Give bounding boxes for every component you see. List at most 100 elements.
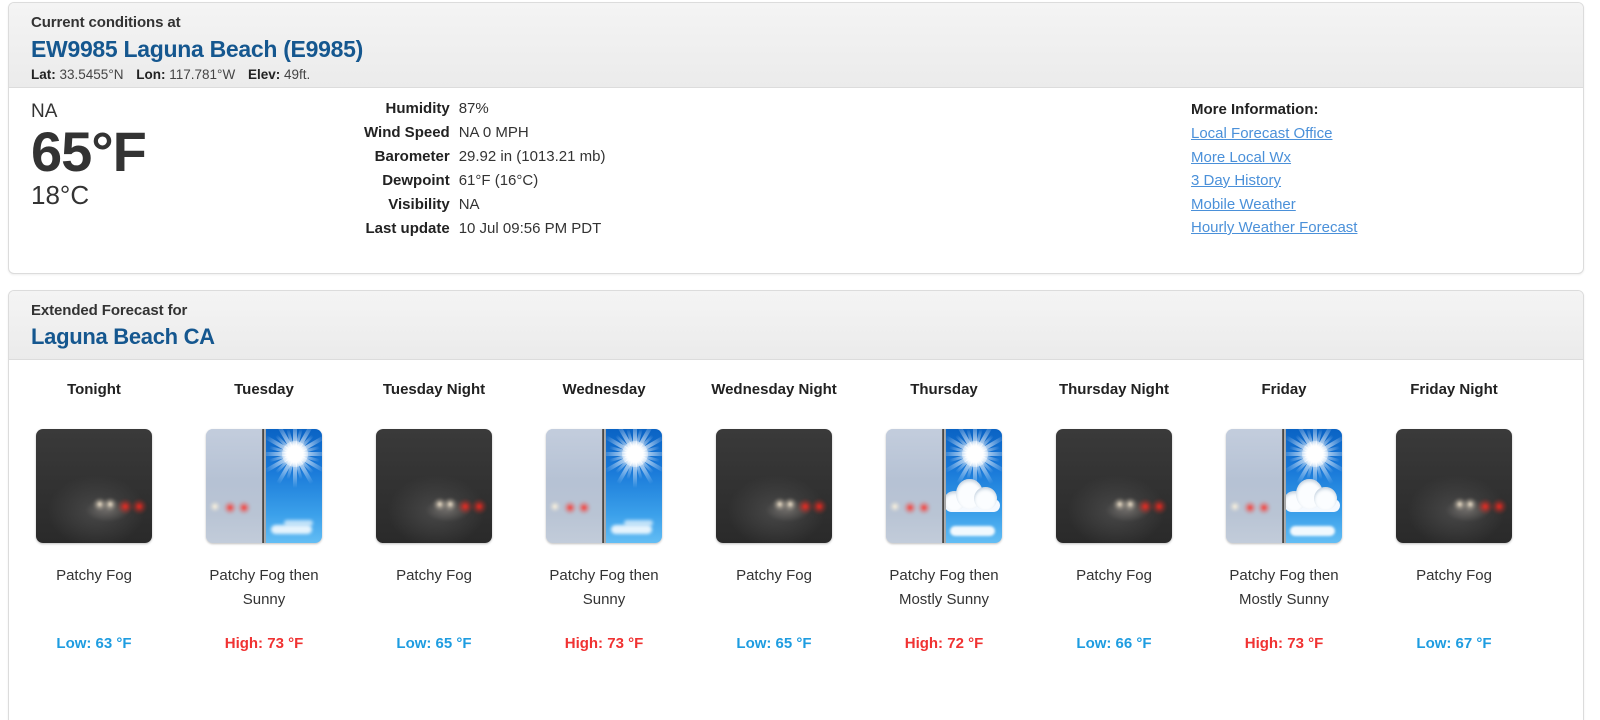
forecast-period-temperature: High: 73 °F	[1244, 635, 1324, 652]
current-condition-row: Wind Speed NA 0 MPH	[364, 121, 605, 145]
forecast-period[interactable]: Tuesday Patchy Fog then Sunny High: 73 °F	[179, 370, 349, 654]
more-information-title: More Information:	[1191, 101, 1319, 118]
current-temp-fahrenheit: 65°F	[31, 120, 147, 183]
forecast-period-description: Patchy Fog then Mostly Sunny	[1229, 567, 1339, 608]
extended-forecast-header: Extended Forecast for Laguna Beach CA	[9, 291, 1583, 360]
sunny-half	[606, 429, 662, 543]
station-name: EW9985 Laguna Beach (E9985)	[31, 36, 363, 62]
lat-value: 33.5455°N	[59, 67, 124, 82]
lon-label: Lon:	[136, 67, 166, 82]
forecast-icon-wrapper	[1029, 426, 1199, 546]
forecast-icon-wrapper	[859, 426, 1029, 546]
current-condition-label: Dewpoint	[382, 172, 450, 189]
forecast-period-day: Thursday Night	[1058, 381, 1169, 398]
forecast-period-description: Patchy Fog	[1416, 567, 1492, 584]
forecast-period-temperature: Low: 66 °F	[1076, 635, 1152, 652]
cumulus-cloud-icon	[946, 478, 1002, 512]
forecast-period-temperature: High: 73 °F	[224, 635, 304, 652]
current-condition-label: Wind Speed	[364, 124, 450, 141]
forecast-period[interactable]: Friday Patchy Fog then Mostly Sunny High: …	[1199, 370, 1369, 654]
fog-night-icon	[1396, 429, 1512, 543]
forecast-period-day: Tonight	[67, 381, 121, 398]
station-coordinates: Lat: 33.5455°N Lon: 117.781°W Elev: 49ft…	[31, 66, 1583, 84]
current-temp-celsius: 18°C	[31, 180, 90, 210]
forecast-period-temperature: Low: 65 °F	[736, 635, 812, 652]
fog-night-icon	[1056, 429, 1172, 543]
current-temperature-block: NA 65°F 18°C	[31, 100, 361, 210]
forecast-icon-wrapper	[1369, 426, 1539, 546]
mostly-sunny-half	[1286, 429, 1342, 543]
forecast-period[interactable]: Wednesday Night Patchy Fog Low: 65 °F	[689, 370, 859, 654]
forecast-period-temperature: High: 72 °F	[904, 635, 984, 652]
fog-night-icon	[376, 429, 492, 543]
forecast-period-temperature: Low: 67 °F	[1416, 635, 1492, 652]
lon-value: 117.781°W	[169, 67, 236, 82]
current-condition-value: 29.92 in (1013.21 mb)	[458, 148, 606, 165]
current-condition-value: NA	[458, 196, 480, 213]
more-info-link[interactable]: 3 Day History	[1191, 169, 1281, 193]
fog-day-half	[546, 429, 602, 543]
current-conditions-table-body: Humidity 87% Wind Speed NA 0 MPH Barometer 29…	[364, 97, 605, 241]
forecast-period-day: Wednesday Night	[711, 381, 837, 398]
more-information-block: More Information: Local Forecast Office M…	[1191, 98, 1357, 240]
forecast-period-description: Patchy Fog	[1076, 567, 1152, 584]
cloud-wisp-icon	[1289, 526, 1336, 537]
elev-label: Elev:	[247, 67, 281, 82]
forecast-period-day: Tuesday Night	[382, 381, 486, 398]
current-condition-row: Last update 10 Jul 09:56 PM PDT	[364, 217, 605, 241]
mostly-sunny-half	[946, 429, 1002, 543]
fog-night-icon	[36, 429, 152, 543]
current-conditions-body: NA 65°F 18°C Humidity 87% Wind Speed NA 0 M…	[9, 88, 1583, 273]
elev-value: 49ft.	[284, 67, 311, 82]
current-condition-label: Humidity	[385, 100, 450, 117]
extended-forecast-body: Tonight Patchy Fog Low: 63 °F Tuesday Patchy…	[9, 360, 1583, 720]
more-info-link[interactable]: More Local Wx	[1191, 146, 1291, 170]
current-condition-label: Last update	[365, 220, 450, 237]
current-condition-value: 10 Jul 09:56 PM PDT	[458, 220, 602, 237]
forecast-period-temperature: Low: 65 °F	[396, 635, 472, 652]
forecast-period-day: Tuesday	[234, 381, 294, 398]
current-conditions-panel: Current conditions at EW9985 Laguna Beac…	[8, 2, 1584, 274]
fog-then-sunny-icon	[206, 429, 322, 543]
current-condition-row: Dewpoint 61°F (16°C)	[364, 169, 605, 193]
current-conditions-table: Humidity 87% Wind Speed NA 0 MPH Barometer 29…	[364, 97, 605, 241]
more-info-link[interactable]: Mobile Weather	[1191, 193, 1296, 217]
forecast-period-description: Patchy Fog	[56, 567, 132, 584]
more-information-links: Local Forecast Office More Local Wx 3 Day …	[1191, 122, 1357, 240]
forecast-icon-wrapper	[9, 426, 179, 546]
lat-label: Lat:	[31, 67, 56, 82]
current-condition-value: NA 0 MPH	[458, 124, 529, 141]
forecast-period[interactable]: Tuesday Night Patchy Fog Low: 65 °F	[349, 370, 519, 654]
fog-then-mostly-sunny-icon	[886, 429, 1002, 543]
forecast-period[interactable]: Tonight Patchy Fog Low: 63 °F	[9, 370, 179, 654]
forecast-period-day: Friday	[1261, 381, 1307, 398]
forecast-period-row: Tonight Patchy Fog Low: 63 °F Tuesday Patchy…	[9, 370, 1583, 654]
current-condition-value: 87%	[458, 100, 489, 117]
forecast-period[interactable]: Thursday Night Patchy Fog Low: 66 °F	[1029, 370, 1199, 654]
more-info-link[interactable]: Local Forecast Office	[1191, 122, 1332, 146]
current-conditions-header: Current conditions at EW9985 Laguna Beac…	[9, 3, 1583, 88]
forecast-period-description: Patchy Fog	[736, 567, 812, 584]
forecast-period[interactable]: Wednesday Patchy Fog then Sunny High: 73 °…	[519, 370, 689, 654]
forecast-icon-wrapper	[519, 426, 689, 546]
current-condition-label: Visibility	[388, 196, 450, 213]
current-conditions-eyebrow: Current conditions at	[31, 14, 181, 31]
forecast-period[interactable]: Friday Night Patchy Fog Low: 67 °F	[1369, 370, 1539, 654]
forecast-icon-wrapper	[349, 426, 519, 546]
forecast-period-temperature: Low: 63 °F	[56, 635, 132, 652]
extended-forecast-panel: Extended Forecast for Laguna Beach CA To…	[8, 290, 1584, 720]
current-condition-row: Humidity 87%	[364, 97, 605, 121]
forecast-period[interactable]: Thursday Patchy Fog then Mostly Sunny High…	[859, 370, 1029, 654]
forecast-icon-wrapper	[1199, 426, 1369, 546]
forecast-period-day: Thursday	[910, 381, 978, 398]
fog-day-half	[206, 429, 262, 543]
weather-page: Current conditions at EW9985 Laguna Beac…	[0, 0, 1600, 720]
fog-day-half	[1226, 429, 1282, 543]
cloud-wisp-icon	[284, 519, 314, 526]
fog-day-half	[886, 429, 942, 543]
sunny-half	[266, 429, 322, 543]
cumulus-cloud-icon	[1286, 478, 1342, 512]
forecast-period-description: Patchy Fog then Mostly Sunny	[889, 567, 999, 608]
more-info-link[interactable]: Hourly Weather Forecast	[1191, 216, 1357, 240]
cloud-wisp-icon	[270, 524, 312, 534]
